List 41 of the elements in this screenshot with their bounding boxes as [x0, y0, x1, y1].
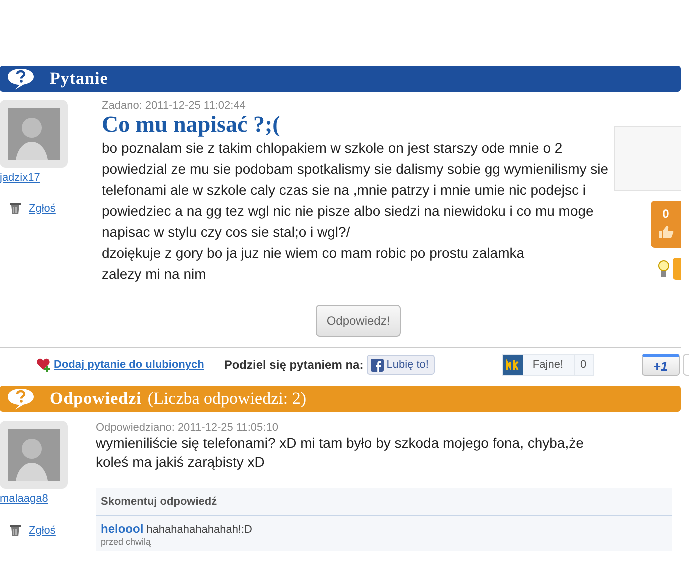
question-text: telefonami ale w szkole caly czas sie na ,mnie patrzy i mnie umie nic podejsc i	[102, 181, 587, 200]
section-title: Pytanie	[50, 69, 108, 89]
question-text: bo poznalam sie z takim chlopakiem w szkole on jest starszy ode mnie o 2	[102, 139, 564, 158]
trash-icon	[10, 524, 21, 537]
facebook-logo	[370, 358, 384, 372]
answer-text: koleś ma jakiś zarąbisty xD	[96, 453, 266, 472]
avatar-placeholder	[0, 421, 68, 489]
comment-time: przed chwilą	[101, 537, 152, 547]
username-link[interactable]: malaaga8	[0, 493, 96, 505]
question-text: dzoiękuje z gory bo ja juz nie wiem co mam robic po prostu zalamka	[102, 244, 526, 263]
answered-date: Odpowiedziano: 2011-12-25 11:05:10	[96, 422, 280, 434]
facebook-like-button[interactable]: Lubię to!	[366, 355, 435, 375]
answer-count: (Liczba odpowiedzi: 2)	[148, 389, 307, 409]
comment-header: Skomentuj odpowiedź	[96, 488, 672, 516]
answer-text: wymieniliście się telefonami? xD mi tam było by szkoda mojego fona, chyba,że	[96, 434, 585, 453]
nk-like-button[interactable]: Fajne!	[502, 355, 574, 375]
question-text: zalezy mi na nim	[102, 265, 208, 284]
count-bubble	[682, 354, 689, 376]
report-link[interactable]: Zgłoś	[29, 202, 56, 214]
asked-date: Zadano: 2011-12-25 11:02:44	[102, 100, 247, 112]
report-link[interactable]: Zgłoś	[29, 524, 56, 536]
side-panel	[614, 126, 681, 191]
nk-logo	[502, 355, 523, 375]
avatar-placeholder	[0, 100, 68, 168]
trash-icon	[10, 202, 21, 215]
share-label: Podziel się pytaniem na:	[224, 358, 364, 372]
heart-plus-icon	[37, 358, 52, 372]
comment-text: heloool hahahahahahahah!:D	[101, 522, 254, 536]
question-text: powiedziec a na gg tez wgl nic nie pisze albo siedzi na niewidoku i co mu moge	[102, 202, 595, 221]
lightbulb-icon	[658, 259, 670, 279]
favorite-link[interactable]: Dodaj pytanie do ulubionych	[54, 359, 204, 371]
nk-count: 0	[574, 355, 593, 375]
question-title: Co mu napisać ?;(	[102, 112, 282, 138]
answer-button[interactable]: Odpowiedz!	[316, 305, 402, 337]
username-link[interactable]: jadzix17	[0, 172, 102, 184]
question-text: powiedzial ze mu sie podobam spotkalismy sie dalismy sobie gg wymienilismy sie	[102, 160, 610, 179]
thumbs-up-icon	[658, 225, 674, 239]
section-title: Odpowiedzi	[50, 389, 142, 409]
comment-author-link[interactable]: heloool	[101, 522, 144, 536]
question-text: napisac w stylu czy cos sie stal;o i wgl?/	[102, 223, 352, 242]
plus-one-button[interactable]: +1	[642, 354, 680, 376]
